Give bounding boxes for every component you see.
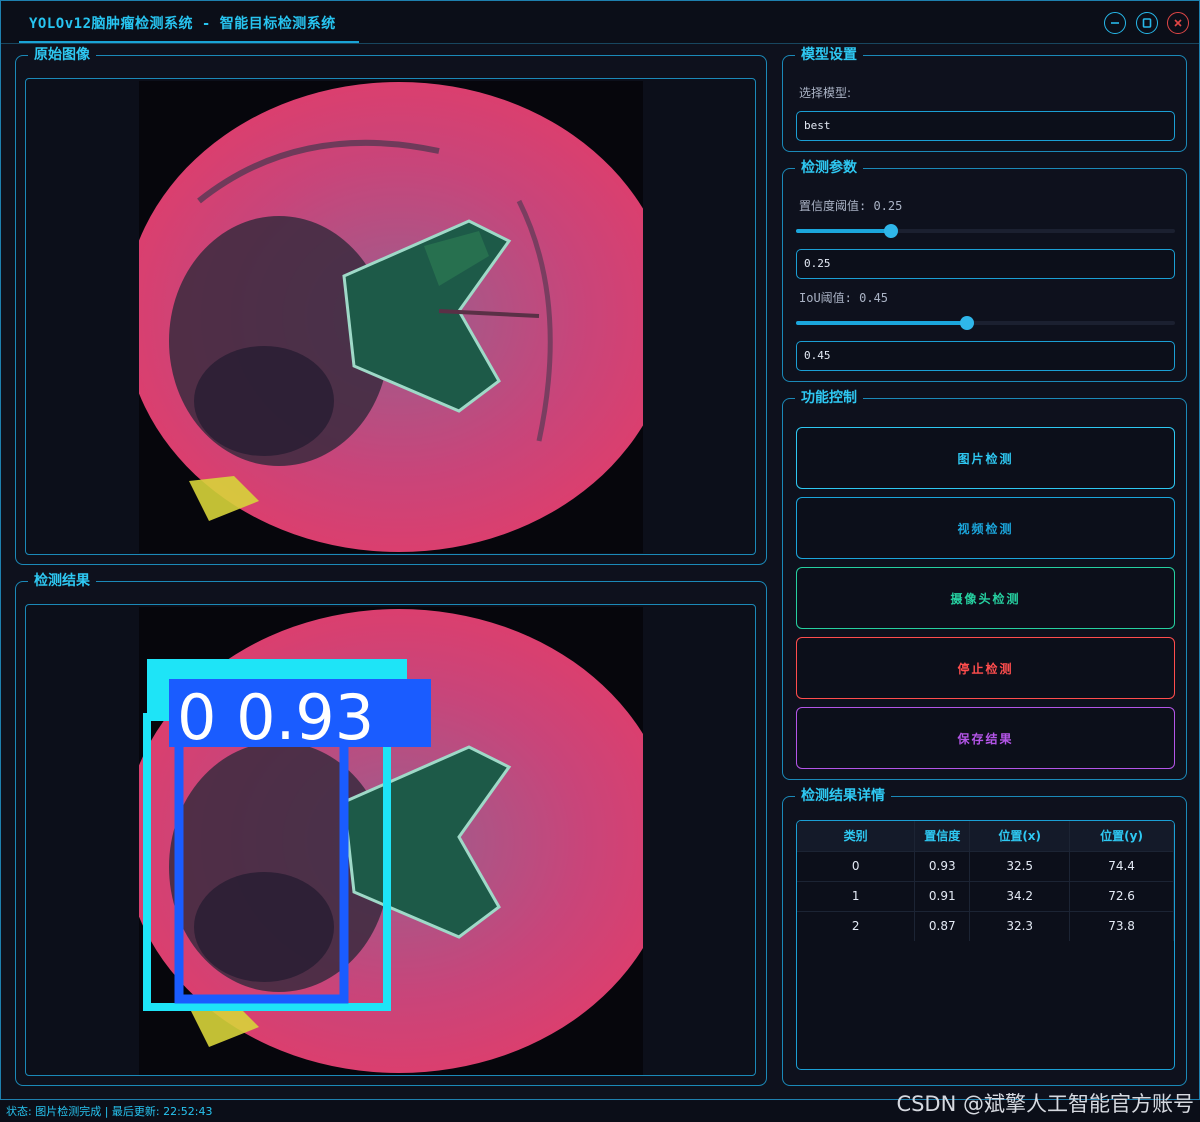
table-row[interactable]: 2 0.87 32.3 73.8 xyxy=(797,910,1174,941)
original-mri-image xyxy=(139,81,643,553)
detection-details-group: 检测结果详情 类别 置信度 位置(x) 位置(y) 0 0.93 32.5 74… xyxy=(782,787,1187,1086)
table-cell: 72.6 xyxy=(1069,880,1174,911)
detect-params-title: 检测参数 xyxy=(795,159,863,177)
column-header-x[interactable]: 位置(x) xyxy=(969,821,1071,851)
app-window: YOLOv12脑肿瘤检测系统 - 智能目标检测系统 原始图像 检测结果 0 0.… xyxy=(0,0,1200,1100)
detection-details-title: 检测结果详情 xyxy=(795,787,891,805)
iou-input[interactable]: 0.45 xyxy=(796,341,1175,371)
table-row[interactable]: 0 0.93 32.5 74.4 xyxy=(797,850,1174,881)
column-header-confidence[interactable]: 置信度 xyxy=(914,821,971,851)
table-cell: 73.8 xyxy=(1069,910,1174,941)
table-cell: 0.87 xyxy=(914,910,971,941)
confidence-slider[interactable] xyxy=(796,224,1175,238)
iou-label: IoU阈值: 0.45 xyxy=(799,291,889,305)
save-result-button[interactable]: 保存结果 xyxy=(796,707,1175,769)
detection-details-table-container[interactable]: 类别 置信度 位置(x) 位置(y) 0 0.93 32.5 74.4 1 0.… xyxy=(796,820,1175,1070)
square-circle-icon xyxy=(1142,18,1152,28)
title-divider xyxy=(1,43,1199,44)
model-settings-group: 模型设置 选择模型: best xyxy=(782,46,1187,152)
table-cell: 74.4 xyxy=(1069,850,1174,881)
watermark: CSDN @斌擎人工智能官方账号 xyxy=(896,1092,1194,1116)
confidence-input[interactable]: 0.25 xyxy=(796,249,1175,279)
original-image-title: 原始图像 xyxy=(28,46,96,64)
table-cell: 0 xyxy=(797,850,916,881)
table-row[interactable]: 1 0.91 34.2 72.6 xyxy=(797,880,1174,911)
column-header-class[interactable]: 类别 xyxy=(797,821,916,851)
detect-params-group: 检测参数 置信度阈值: 0.25 0.25 IoU阈值: 0.45 0.45 xyxy=(782,159,1187,382)
minus-circle-icon xyxy=(1111,22,1119,24)
model-select[interactable]: best xyxy=(796,111,1175,141)
iou-slider-fill xyxy=(796,321,967,325)
function-control-group: 功能控制 图片检测 视频检测 摄像头检测 停止检测 保存结果 xyxy=(782,389,1187,780)
result-image-frame: 0 0.93 xyxy=(25,604,756,1076)
model-settings-title: 模型设置 xyxy=(795,46,863,64)
column-header-y[interactable]: 位置(y) xyxy=(1069,821,1174,851)
iou-slider[interactable] xyxy=(796,316,1175,330)
table-cell: 1 xyxy=(797,880,916,911)
original-image-group: 原始图像 xyxy=(15,46,767,565)
confidence-label: 置信度阈值: 0.25 xyxy=(799,199,903,213)
image-detect-button[interactable]: 图片检测 xyxy=(796,427,1175,489)
table-cell: 32.3 xyxy=(969,910,1071,941)
confidence-slider-handle[interactable] xyxy=(883,224,898,238)
confidence-slider-fill xyxy=(796,229,891,233)
camera-detect-button[interactable]: 摄像头检测 xyxy=(796,567,1175,629)
maximize-button[interactable] xyxy=(1136,12,1158,34)
table-cell: 0.93 xyxy=(914,850,971,881)
original-image-frame xyxy=(25,78,756,555)
video-detect-button[interactable]: 视频检测 xyxy=(796,497,1175,559)
window-title: YOLOv12脑肿瘤检测系统 - 智能目标检测系统 xyxy=(29,16,336,32)
close-button[interactable] xyxy=(1167,12,1189,34)
title-bar[interactable]: YOLOv12脑肿瘤检测系统 - 智能目标检测系统 xyxy=(1,1,1199,43)
iou-slider-handle[interactable] xyxy=(959,316,974,330)
detection-result-title: 检测结果 xyxy=(28,572,96,590)
minimize-button[interactable] xyxy=(1104,12,1126,34)
x-circle-icon xyxy=(1174,19,1182,27)
table-cell: 0.91 xyxy=(914,880,971,911)
select-model-label: 选择模型: xyxy=(799,86,852,100)
function-control-title: 功能控制 xyxy=(795,389,863,407)
detection-details-table: 类别 置信度 位置(x) 位置(y) 0 0.93 32.5 74.4 1 0.… xyxy=(797,821,1174,941)
detection-result-group: 检测结果 0 0.93 xyxy=(15,572,767,1086)
table-cell: 32.5 xyxy=(969,850,1071,881)
table-header-row: 类别 置信度 位置(x) 位置(y) xyxy=(797,821,1174,851)
stop-detect-button[interactable]: 停止检测 xyxy=(796,637,1175,699)
table-cell: 2 xyxy=(797,910,916,941)
detection-label-0: 0 0.93 xyxy=(177,681,374,754)
result-mri-image: 0 0.93 xyxy=(139,607,643,1075)
table-cell: 34.2 xyxy=(969,880,1071,911)
